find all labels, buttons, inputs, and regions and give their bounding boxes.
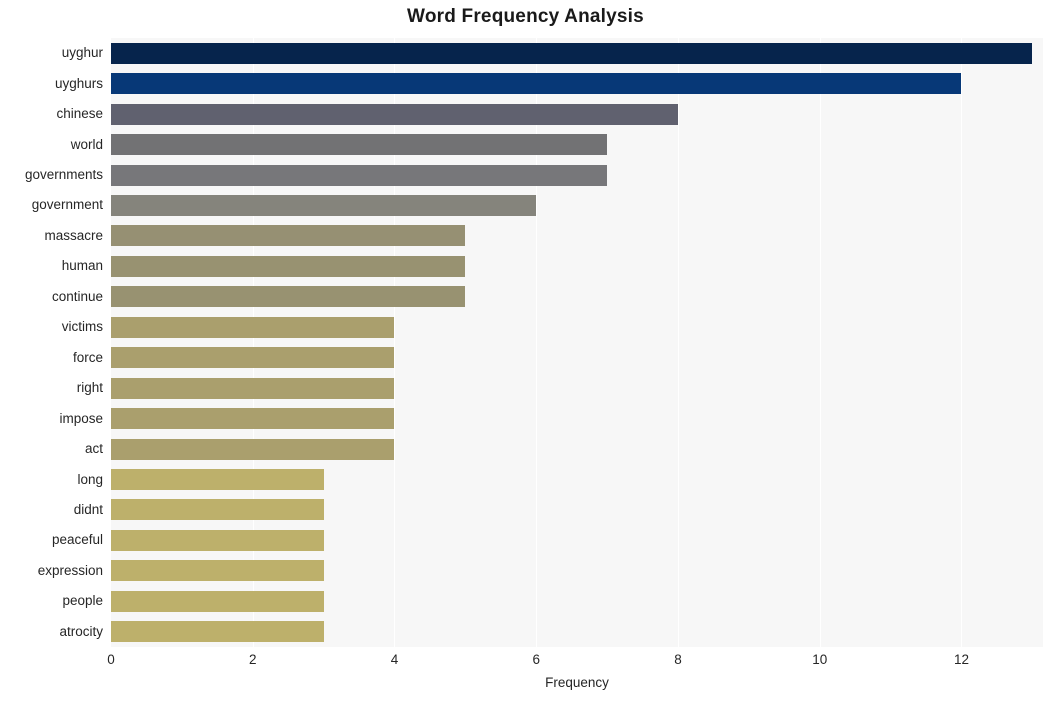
y-tick-label-government: government bbox=[31, 197, 103, 213]
y-tick-label-victims: victims bbox=[61, 319, 103, 335]
bar-atrocity[interactable] bbox=[111, 621, 324, 643]
bar-long[interactable] bbox=[111, 469, 324, 491]
bar-massacre[interactable] bbox=[111, 225, 466, 247]
chart-figure: Word Frequency Analysis uyghur uyghurs chi… bbox=[0, 0, 1051, 701]
bar-didnt[interactable] bbox=[111, 499, 324, 521]
bar-human[interactable] bbox=[111, 255, 466, 277]
bars-layer bbox=[111, 38, 1043, 647]
y-tick-label-long: long bbox=[77, 471, 103, 487]
y-tick-label-force: force bbox=[72, 349, 103, 365]
plot-area bbox=[111, 38, 1043, 647]
bar-chinese[interactable] bbox=[111, 103, 678, 125]
x-tick-label-10: 10 bbox=[812, 652, 828, 667]
y-tick-label-expression: expression bbox=[37, 562, 103, 578]
bar-world[interactable] bbox=[111, 134, 608, 156]
y-tick-label-continue: continue bbox=[51, 288, 103, 304]
y-tick-label-governments: governments bbox=[24, 167, 103, 183]
bar-government[interactable] bbox=[111, 194, 537, 216]
y-axis-tick-labels: uyghur uyghurs chinese world governments gove… bbox=[0, 38, 103, 647]
bar-governments[interactable] bbox=[111, 164, 608, 186]
bar-uyghur[interactable] bbox=[111, 42, 1033, 64]
x-tick-label-8: 8 bbox=[674, 652, 682, 667]
y-tick-label-uyghur: uyghur bbox=[61, 45, 103, 61]
bar-force[interactable] bbox=[111, 347, 395, 369]
y-tick-label-didnt: didnt bbox=[73, 501, 103, 517]
y-tick-label-atrocity: atrocity bbox=[59, 623, 103, 639]
bar-right[interactable] bbox=[111, 377, 395, 399]
x-tick-label-4: 4 bbox=[390, 652, 399, 667]
y-tick-label-impose: impose bbox=[59, 410, 103, 426]
x-tick-label-0: 0 bbox=[107, 652, 115, 667]
x-tick-label-2: 2 bbox=[248, 652, 257, 667]
bar-people[interactable] bbox=[111, 590, 324, 612]
y-tick-label-peaceful: peaceful bbox=[51, 532, 103, 548]
bar-uyghurs[interactable] bbox=[111, 73, 962, 95]
bar-impose[interactable] bbox=[111, 408, 395, 430]
y-tick-label-human: human bbox=[61, 258, 103, 274]
bar-victims[interactable] bbox=[111, 316, 395, 338]
y-tick-label-right: right bbox=[76, 380, 103, 396]
y-tick-label-people: people bbox=[62, 593, 103, 609]
x-axis-title: Frequency bbox=[545, 675, 609, 690]
y-tick-label-chinese: chinese bbox=[56, 106, 103, 122]
bar-act[interactable] bbox=[111, 438, 395, 460]
x-tick-label-12: 12 bbox=[953, 652, 969, 667]
y-tick-label-uyghurs: uyghurs bbox=[54, 75, 103, 91]
bar-expression[interactable] bbox=[111, 560, 324, 582]
y-tick-label-world: world bbox=[70, 136, 103, 152]
x-axis-tick-labels: 0 2 4 6 8 10 12 bbox=[0, 652, 1051, 674]
y-tick-label-massacre: massacre bbox=[44, 227, 103, 243]
chart-title: Word Frequency Analysis bbox=[407, 6, 644, 27]
bar-peaceful[interactable] bbox=[111, 529, 324, 551]
bar-continue[interactable] bbox=[111, 286, 466, 308]
y-tick-label-act: act bbox=[84, 441, 103, 457]
x-tick-label-6: 6 bbox=[532, 652, 540, 667]
